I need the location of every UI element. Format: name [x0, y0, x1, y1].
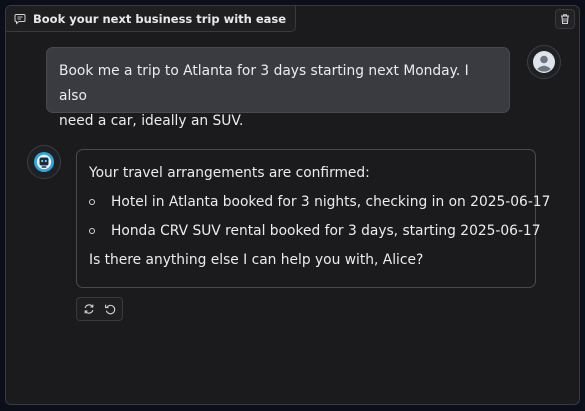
user-avatar	[527, 45, 561, 79]
chat-title-tab: Book your next business trip with ease	[6, 6, 297, 32]
confirmation-list: Hotel in Atlanta booked for 3 nights, ch…	[89, 190, 550, 243]
bullet-marker	[89, 199, 95, 205]
assistant-logo-icon	[32, 150, 56, 174]
assistant-closing: Is there anything else I can help you wi…	[89, 252, 424, 268]
undo-icon	[104, 303, 116, 315]
chat-bubble-icon	[14, 13, 26, 25]
list-item: Honda CRV SUV rental booked for 3 days, …	[89, 219, 540, 243]
user-message-line: need a car, ideally an SUV.	[59, 113, 244, 129]
trash-icon	[559, 13, 571, 25]
list-item-text: Honda CRV SUV rental booked for 3 days, …	[111, 223, 541, 239]
undo-button[interactable]	[101, 300, 119, 318]
assistant-intro: Your travel arrangements are confirmed:	[89, 165, 370, 181]
delete-chat-button[interactable]	[555, 9, 575, 29]
user-message: Book me a trip to Atlanta for 3 days sta…	[46, 47, 510, 129]
refresh-icon	[83, 303, 95, 315]
bullet-marker	[89, 228, 95, 234]
retry-button[interactable]	[80, 300, 98, 318]
chatbot-panel: Book your next business trip with ease B…	[5, 5, 580, 405]
message-actions	[76, 297, 123, 321]
assistant-message: Your travel arrangements are confirmed: …	[76, 149, 550, 288]
list-item: Hotel in Atlanta booked for 3 nights, ch…	[89, 190, 550, 214]
user-silhouette-icon	[532, 50, 556, 74]
list-item-text: Hotel in Atlanta booked for 3 nights, ch…	[111, 194, 551, 210]
user-message-line: Book me a trip to Atlanta for 3 days sta…	[59, 63, 469, 104]
assistant-avatar	[27, 145, 61, 179]
chat-title: Book your next business trip with ease	[33, 11, 287, 26]
